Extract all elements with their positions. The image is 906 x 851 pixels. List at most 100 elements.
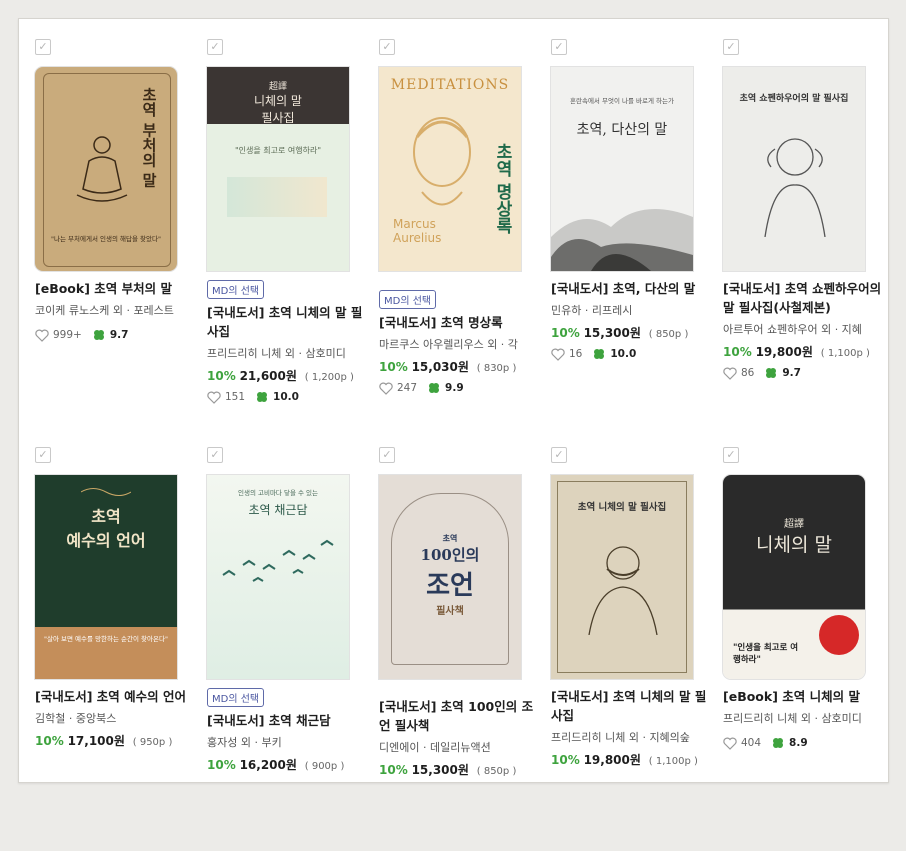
rating-row: 404 8.9	[723, 736, 888, 750]
clover-icon	[429, 383, 440, 393]
cover-title: 초역, 다산의 말	[576, 122, 668, 138]
reward-points: ( 850p )	[648, 329, 689, 340]
book-author: 홍자성 외 · 부키	[207, 736, 282, 749]
rating-row: 151 10.0	[207, 390, 372, 404]
clover-icon	[766, 368, 777, 378]
price-row: 10% 15,030원 ( 830p )	[379, 358, 544, 375]
book-title-link[interactable]: [국내도서] 초역, 다산의 말	[551, 279, 716, 298]
sale-price: 15,030원	[411, 360, 469, 374]
md-pick-badge: MD의 선택	[207, 280, 265, 299]
discount-rate: 10%	[551, 326, 580, 340]
select-checkbox[interactable]: ✓	[723, 39, 739, 55]
book-title-link[interactable]: [eBook] 초역 니체의 말	[723, 687, 888, 706]
book-title-link[interactable]: [국내도서] 초역 예수의 언어	[35, 687, 200, 706]
rating-row: 247 9.9	[379, 381, 544, 395]
likes-count: 151	[225, 391, 246, 403]
book-author: 김학철 · 중앙북스	[35, 712, 117, 725]
md-pick-badge: MD의 선택	[379, 290, 437, 309]
book-cover[interactable]: 초역 니체의 말 필사집	[551, 475, 693, 679]
book-title-link[interactable]: [국내도서] 초역 니체의 말 필사집	[551, 687, 716, 725]
reward-points: ( 950p )	[132, 737, 173, 748]
heart-icon[interactable]	[723, 737, 737, 750]
book-author: 아르투어 쇼펜하우어 외 · 지혜	[723, 323, 862, 336]
book-author: 코이케 류노스케 외 · 포레스트	[35, 304, 174, 317]
book-info: [국내도서] 초역 100인의 조언 필사책 디엔에이 · 데일리뉴액션 10%…	[379, 697, 544, 778]
likes-count: 247	[397, 382, 418, 394]
cover-title: 超譯 니체의 말 필사집	[254, 82, 302, 125]
reward-points: ( 1,100p )	[820, 348, 870, 359]
book-author: 디엔에이 · 데일리뉴액션	[379, 741, 491, 754]
book-cover[interactable]: 초역 예수의 언어 "살아 보면 예수를 망한하는 순간이 찾아온다"	[35, 475, 177, 679]
heart-icon[interactable]	[723, 367, 737, 380]
cover-quote: "인생을 최고로 여행하라"	[733, 643, 799, 665]
book-author: 프리드리히 니체 외 · 삼호미디	[723, 712, 862, 725]
heart-icon[interactable]	[207, 391, 221, 404]
book-info: [eBook] 초역 부처의 말 코이케 류노스케 외 · 포레스트 999+ …	[35, 279, 200, 342]
book-title-link[interactable]: [국내도서] 초역 명상록	[379, 313, 544, 332]
marcus-portrait-icon	[413, 117, 471, 206]
book-title-link[interactable]: [국내도서] 초역 쇼펜하우어의 말 필사집(사철제본)	[723, 279, 888, 317]
select-checkbox[interactable]: ✓	[207, 39, 223, 55]
buddha-icon	[76, 136, 128, 202]
cover-title: 초역 부처의 말	[140, 87, 158, 188]
cover-title: MEDITATIONS	[390, 77, 510, 93]
reward-points: ( 1,100p )	[648, 756, 698, 767]
cover-author: Marcus Aurelius	[393, 217, 442, 245]
book-cover[interactable]: 혼란속에서 무엇이 나를 바로게 하는가 초역, 다산의 말	[551, 67, 693, 271]
rating-row: 16 10.0	[551, 347, 716, 361]
price-row: 10% 16,200원 ( 900p )	[207, 756, 372, 773]
heart-icon[interactable]	[35, 329, 49, 342]
sale-price: 21,600원	[239, 369, 297, 383]
select-checkbox[interactable]: ✓	[723, 447, 739, 463]
book-cover[interactable]: 초역 쇼펜하우어의 말 필사집	[723, 67, 865, 271]
likes-count: 16	[569, 348, 583, 360]
select-checkbox[interactable]: ✓	[551, 39, 567, 55]
review-score: 9.9	[445, 382, 464, 394]
discount-rate: 10%	[379, 360, 408, 374]
review-score: 9.7	[782, 367, 801, 379]
nietzsche-portrait-icon	[588, 546, 658, 635]
book-title-link[interactable]: [국내도서] 초역 100인의 조언 필사책	[379, 697, 544, 735]
book-title-link[interactable]: [국내도서] 초역 채근담	[207, 711, 372, 730]
book-cover[interactable]: 超譯 니체의 말 필사집 "인생을 최고로 여행하라"	[207, 67, 349, 271]
likes-count: 999+	[53, 329, 82, 341]
discount-rate: 10%	[207, 369, 236, 383]
select-checkbox[interactable]: ✓	[207, 447, 223, 463]
price-row: 10% 19,800원 ( 1,100p )	[723, 343, 888, 360]
book-info: MD의 선택 [국내도서] 초역 채근담 홍자성 외 · 부키 10% 16,2…	[207, 687, 372, 773]
book-info: MD의 선택 [국내도서] 초역 명상록 마르쿠스 아우렐리우스 외 · 각 1…	[379, 289, 544, 395]
book-cover[interactable]: 인생의 고비마다 닿을 수 있는 초역 채근담	[207, 475, 349, 679]
cover-title: 초역 쇼펜하우어의 말 필사집	[739, 94, 849, 104]
select-checkbox[interactable]: ✓	[35, 39, 51, 55]
book-info: [국내도서] 초역 니체의 말 필사집 프리드리히 니체 외 · 지혜의숲 10…	[551, 687, 716, 768]
clover-icon	[93, 330, 104, 340]
book-info: [국내도서] 초역 예수의 언어 김학철 · 중앙북스 10% 17,100원 …	[35, 687, 200, 749]
price-row: 10% 15,300원 ( 850p )	[551, 324, 716, 341]
rating-row: 86 9.7	[723, 366, 888, 380]
book-title-link[interactable]: [eBook] 초역 부처의 말	[35, 279, 200, 298]
book-info: [eBook] 초역 니체의 말 프리드리히 니체 외 · 삼호미디 404 8…	[723, 687, 888, 750]
heart-icon[interactable]	[379, 382, 393, 395]
select-checkbox[interactable]: ✓	[551, 447, 567, 463]
select-checkbox[interactable]: ✓	[379, 39, 395, 55]
cover-korean-title: 초역 명상록	[492, 143, 512, 234]
discount-rate: 10%	[379, 763, 408, 777]
likes-count: 404	[741, 737, 762, 749]
book-author: 마르쿠스 아우렐리우스 외 · 각	[379, 338, 518, 351]
book-title-link[interactable]: [국내도서] 초역 니체의 말 필사집	[207, 303, 372, 341]
book-cover[interactable]: MEDITATIONS 초역 명상록 Marcus Aurelius	[379, 67, 521, 271]
cover-title: 초역 니체의 말 필사집	[577, 502, 667, 513]
book-cover[interactable]: 초역 100인의 조언 필사책	[379, 475, 521, 679]
landscape-illustration	[551, 209, 693, 271]
book-cover[interactable]: 超譯 니체의 말 "인생을 최고로 여행하라"	[723, 475, 865, 679]
book-cover[interactable]: 초역 부처의 말 "나는 부처에게서 인생의 해답을 찾았다"	[35, 67, 177, 271]
select-checkbox[interactable]: ✓	[379, 447, 395, 463]
discount-rate: 10%	[35, 734, 64, 748]
ornament-icon	[81, 488, 131, 496]
price-row: 10% 19,800원 ( 1,100p )	[551, 751, 716, 768]
reward-points: ( 850p )	[476, 766, 517, 777]
select-checkbox[interactable]: ✓	[35, 447, 51, 463]
clover-icon	[594, 349, 605, 359]
book-grid-panel: ✓ 초역 부처의 말 "나는 부처에게서 인생의 해답을 찾았다" [eBook…	[18, 18, 889, 783]
heart-icon[interactable]	[551, 348, 565, 361]
